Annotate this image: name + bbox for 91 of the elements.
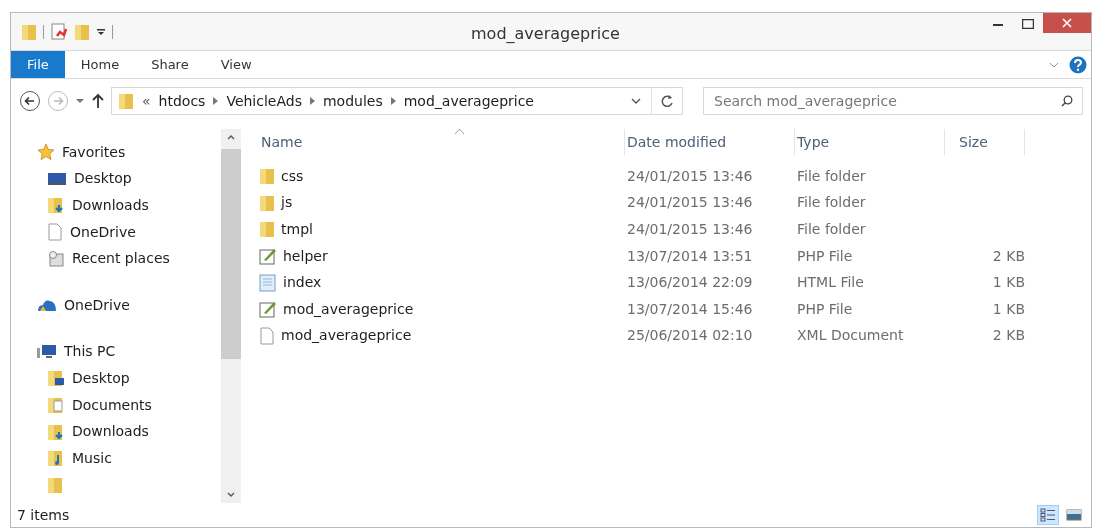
breadcrumb-arrow-icon [213, 97, 219, 105]
breadcrumb[interactable]: htdocs [158, 90, 206, 112]
breadcrumb-arrow-icon [390, 97, 396, 105]
sidebar-item[interactable]: OneDrive [64, 294, 130, 316]
date-cell-text: 13/07/2014 13:51 [626, 246, 754, 266]
size-cell: 1 KB [992, 300, 1025, 317]
document-icon [259, 326, 275, 345]
sidebar-item[interactable]: This PC [64, 341, 116, 363]
php-file-icon [259, 247, 277, 266]
folder-icon [259, 220, 275, 239]
date-cell-text: 13/07/2014 15:46 [626, 299, 754, 319]
size-cell: 2 KB [992, 247, 1025, 264]
up-arrow-icon[interactable] [91, 93, 105, 109]
ribbon-tab[interactable]: Share [135, 51, 205, 78]
column-header[interactable]: Size [945, 129, 1025, 155]
html-file-icon [259, 273, 277, 292]
breadcrumb[interactable]: modules [322, 90, 383, 112]
search-icon [1061, 95, 1073, 107]
type-cell-text: PHP File [796, 299, 854, 319]
back-icon[interactable] [19, 90, 41, 112]
file-name[interactable]: index [283, 272, 322, 294]
column-header[interactable]: Type [795, 129, 945, 155]
sidebar-item[interactable]: Desktop [74, 168, 132, 190]
recent-places-icon [47, 249, 65, 268]
address-bar[interactable]: « htdocs VehicleAds modules mod_averageprice [111, 87, 683, 115]
scrollbar-thumb[interactable] [221, 149, 241, 359]
breadcrumb-arrow-icon [309, 97, 315, 105]
details-view-icon [1040, 508, 1056, 522]
item-count: 7 items [17, 505, 70, 525]
music-folder-icon [47, 449, 65, 468]
chevron-down-icon[interactable] [631, 98, 641, 104]
sidebar-item[interactable]: Recent places [72, 248, 170, 270]
recent-locations-icon[interactable] [75, 98, 85, 104]
type-cell-text: File folder [796, 166, 867, 186]
type-cell-text: HTML File [796, 273, 865, 293]
column-header[interactable]: Name [259, 129, 625, 155]
ribbon-tab[interactable]: Home [64, 51, 136, 78]
type-cell-text: XML Document [796, 326, 905, 346]
sidebar-item[interactable]: Desktop [72, 367, 130, 389]
file-name[interactable]: tmpl [281, 219, 313, 240]
computer-icon [37, 343, 57, 360]
folder-icon [259, 193, 275, 212]
scrollbar[interactable] [221, 129, 241, 503]
ribbon-tab[interactable]: View [204, 51, 268, 78]
close-icon [1062, 18, 1072, 28]
date-cell-text: 25/06/2014 02:10 [626, 326, 754, 346]
help-icon[interactable] [1069, 55, 1087, 74]
date-cell-text: 24/01/2015 13:46 [626, 166, 754, 186]
download-folder-icon [47, 422, 65, 441]
file-name[interactable]: css [281, 165, 304, 187]
sidebar-item[interactable]: Downloads [72, 421, 149, 443]
large-icons-view-icon [1066, 508, 1082, 522]
size-cell: 2 KB [992, 327, 1025, 344]
overflow-chevron[interactable]: « [142, 90, 151, 112]
file-name[interactable]: js [281, 192, 293, 214]
folder-icon [118, 92, 134, 110]
breadcrumb[interactable]: VehicleAds [226, 90, 302, 112]
desktop-folder-icon [47, 369, 65, 388]
ribbon-tab[interactable]: File [11, 51, 65, 78]
php-file-icon [259, 300, 277, 319]
details-view-button[interactable] [1037, 505, 1059, 525]
sidebar-item[interactable]: Downloads [72, 195, 149, 216]
documents-folder-icon [47, 396, 65, 415]
date-cell-text: 24/01/2015 13:46 [626, 220, 754, 239]
document-icon [47, 223, 63, 242]
sidebar-item[interactable]: Music [72, 447, 112, 469]
folder-icon [259, 167, 275, 186]
sidebar-item[interactable]: OneDrive [70, 221, 136, 243]
type-cell-text: File folder [796, 220, 867, 239]
file-name[interactable]: mod_averageprice [283, 298, 414, 320]
sidebar-item[interactable]: Favorites [62, 141, 126, 163]
properties-icon[interactable] [50, 22, 68, 41]
folder-icon [47, 475, 63, 494]
size-cell: 1 KB [992, 274, 1025, 291]
date-cell-text: 24/01/2015 13:46 [626, 193, 754, 213]
breadcrumb[interactable]: mod_averageprice [403, 90, 534, 112]
window-title: mod_averageprice [471, 23, 620, 45]
search-field[interactable]: Search mod_averageprice [703, 87, 1083, 115]
type-cell-text: PHP File [796, 246, 854, 266]
date-cell-text: 13/06/2014 22:09 [626, 273, 754, 293]
sidebar-item[interactable]: Documents [72, 394, 152, 416]
monitor-icon [47, 170, 67, 187]
maximize-icon [1022, 19, 1034, 29]
download-folder-icon [47, 196, 65, 215]
file-name[interactable]: helper [283, 245, 328, 267]
minimize-icon [993, 22, 1003, 26]
type-cell-text: File folder [796, 193, 867, 213]
file-name[interactable]: mod_averageprice [281, 325, 412, 347]
star-icon [37, 143, 55, 162]
customize-icon[interactable] [96, 26, 106, 37]
column-header[interactable]: Date modified [625, 129, 795, 155]
